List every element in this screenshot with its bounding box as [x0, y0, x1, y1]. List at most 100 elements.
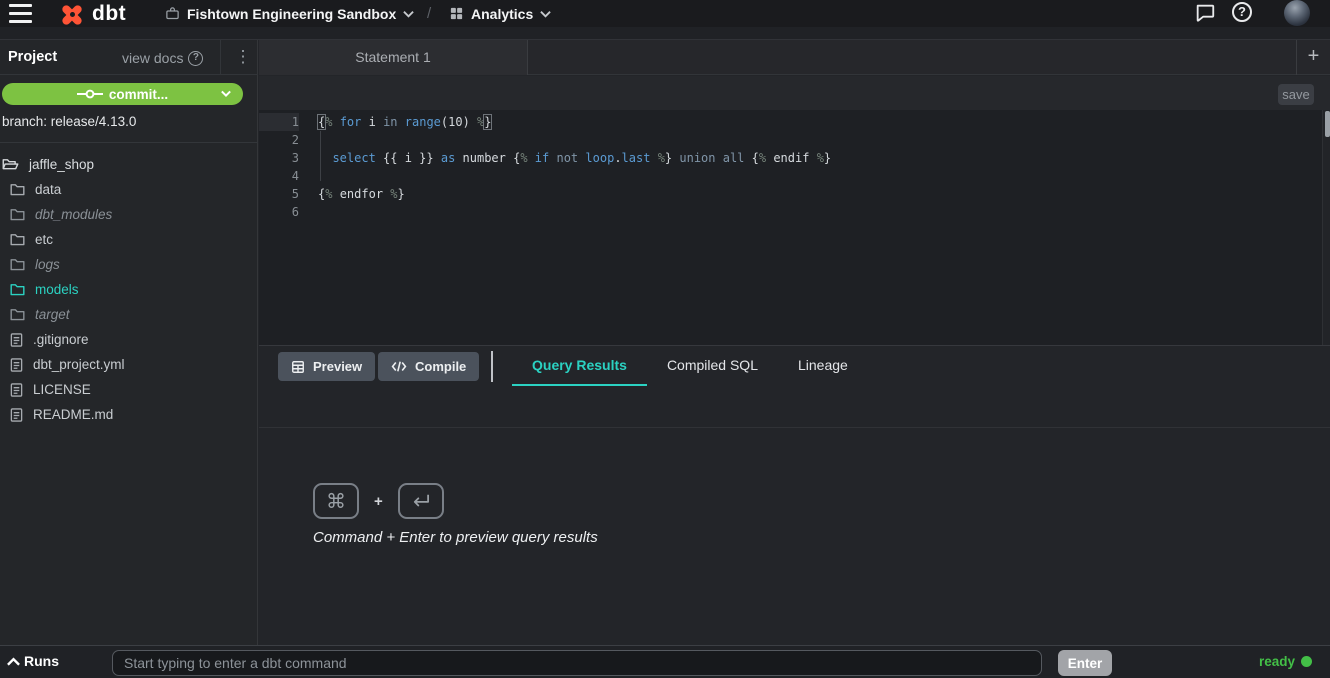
editor-toolbar: save — [259, 76, 1330, 110]
tree-item-target[interactable]: target — [0, 302, 258, 327]
code-lines: {% for i in range(10) %} select {{ i }} … — [318, 113, 1320, 221]
save-button[interactable]: save — [1278, 84, 1314, 105]
tree-item-label: dbt_modules — [35, 207, 112, 222]
dbt-cloud-ide: dbt Fishtown Engineering Sandbox / Analy… — [0, 0, 1330, 678]
tree-item-label: logs — [35, 257, 60, 272]
user-avatar[interactable] — [1284, 0, 1310, 26]
tree-item-label: LICENSE — [33, 382, 91, 397]
dbt-logo[interactable] — [59, 1, 89, 26]
sidebar-divider — [0, 142, 258, 143]
tree-item-etc[interactable]: etc — [0, 227, 258, 252]
tab-statement-1[interactable]: Statement 1 — [259, 40, 528, 75]
commit-button[interactable]: commit... — [2, 83, 243, 105]
scrollbar-thumb[interactable] — [1325, 111, 1330, 137]
file-icon — [10, 383, 23, 397]
code-line-3: select {{ i }} as number {% if not loop.… — [318, 149, 1320, 167]
line-number-gutter: 123456 — [259, 113, 299, 221]
compile-button-label: Compile — [415, 359, 466, 374]
tree-item-label: jaffle_shop — [29, 157, 94, 172]
results-panel: ⌘ + Command + Enter to preview query res… — [259, 428, 1330, 645]
empty-state-hint: Command + Enter to preview query results — [313, 529, 598, 546]
status-dot — [1301, 656, 1312, 667]
tree-item-models[interactable]: models — [0, 277, 258, 302]
grid-icon — [449, 6, 464, 21]
enter-button[interactable]: Enter — [1058, 650, 1112, 676]
git-commit-icon — [77, 88, 103, 100]
indent-guide — [320, 131, 321, 181]
dbt-command-input[interactable] — [112, 650, 1042, 676]
folder-icon — [10, 308, 25, 321]
folder-open-icon — [2, 158, 19, 171]
sidebar-title: Project — [8, 49, 57, 65]
results-tab-query-results[interactable]: Query Results — [512, 346, 647, 387]
tree-item-dbt-project-yml[interactable]: dbt_project.yml — [0, 352, 258, 377]
command-key-icon: ⌘ — [313, 483, 359, 519]
file-icon — [10, 358, 23, 372]
line-number: 2 — [259, 131, 299, 149]
tree-item-label: models — [35, 282, 79, 297]
code-editor[interactable]: 123456 {% for i in range(10) %} select {… — [259, 110, 1330, 345]
tree-item-dbt-modules[interactable]: dbt_modules — [0, 202, 258, 227]
status-text: ready — [1259, 654, 1295, 669]
dbt-logo-icon — [61, 3, 83, 25]
tree-item-label: target — [35, 307, 70, 322]
tree-item--gitignore[interactable]: .gitignore — [0, 327, 258, 352]
tree-item-jaffle-shop[interactable]: jaffle_shop — [0, 152, 258, 177]
view-docs-link[interactable]: view docs ? — [122, 50, 203, 66]
file-icon — [10, 333, 23, 347]
header-divider — [220, 40, 221, 75]
tree-item-readme-md[interactable]: README.md — [0, 402, 258, 427]
app-switcher-label: Analytics — [471, 6, 533, 22]
header-band — [0, 27, 1330, 40]
preview-button-label: Preview — [313, 359, 362, 374]
tree-item-logs[interactable]: logs — [0, 252, 258, 277]
runs-toggle[interactable]: Runs — [7, 653, 59, 669]
results-tab-lineage[interactable]: Lineage — [778, 346, 868, 387]
chat-icon[interactable] — [1194, 2, 1216, 24]
tree-item-label: dbt_project.yml — [33, 357, 125, 372]
line-number: 6 — [259, 203, 299, 221]
dbt-logo-text: dbt — [92, 0, 126, 27]
code-line-2 — [318, 131, 1320, 149]
breadcrumb-separator: / — [427, 0, 431, 27]
tree-item-license[interactable]: LICENSE — [0, 377, 258, 402]
tree-item-label: .gitignore — [33, 332, 89, 347]
results-header: Preview Compile Query ResultsCompiled SQ… — [259, 345, 1330, 386]
app-switcher[interactable]: Analytics — [449, 0, 551, 27]
compile-button[interactable]: Compile — [378, 352, 479, 381]
project-switcher-label: Fishtown Engineering Sandbox — [187, 6, 396, 22]
editor-scrollbar[interactable] — [1322, 110, 1330, 345]
chevron-down-icon — [221, 90, 231, 97]
view-docs-label: view docs — [122, 50, 183, 66]
sidebar-header: Project view docs ? ⋮ — [0, 40, 258, 75]
results-tabs: Query ResultsCompiled SQLLineage — [512, 346, 868, 387]
tree-item-data[interactable]: data — [0, 177, 258, 202]
folder-icon — [10, 208, 25, 221]
tree-item-label: data — [35, 182, 61, 197]
hamburger-menu-icon[interactable] — [9, 4, 32, 23]
kebab-menu-icon[interactable]: ⋮ — [230, 45, 256, 69]
runs-label: Runs — [24, 653, 59, 669]
chevron-down-icon — [403, 10, 414, 18]
results-tab-compiled-sql[interactable]: Compiled SQL — [647, 346, 778, 387]
preview-button[interactable]: Preview — [278, 352, 375, 381]
briefcase-icon — [165, 6, 180, 21]
project-sidebar: Project view docs ? ⋮ commit... branch: … — [0, 40, 258, 645]
folder-icon — [10, 183, 25, 196]
commit-button-label: commit... — [109, 87, 168, 102]
chevron-up-icon — [7, 657, 20, 666]
project-switcher[interactable]: Fishtown Engineering Sandbox — [165, 0, 414, 27]
tree-item-label: README.md — [33, 407, 113, 422]
new-tab-button[interactable]: + — [1296, 40, 1330, 75]
plus-sign: + — [374, 493, 383, 510]
code-line-5: {% endfor %} — [318, 185, 1320, 203]
status-bar: Runs Enter ready — [0, 645, 1330, 678]
folder-icon — [10, 233, 25, 246]
line-number: 1 — [259, 113, 299, 131]
line-number: 4 — [259, 167, 299, 185]
line-number: 5 — [259, 185, 299, 203]
help-icon[interactable]: ? — [1232, 2, 1254, 24]
docs-help-icon: ? — [188, 51, 203, 66]
enter-key-icon — [398, 483, 444, 519]
table-icon — [291, 360, 305, 374]
